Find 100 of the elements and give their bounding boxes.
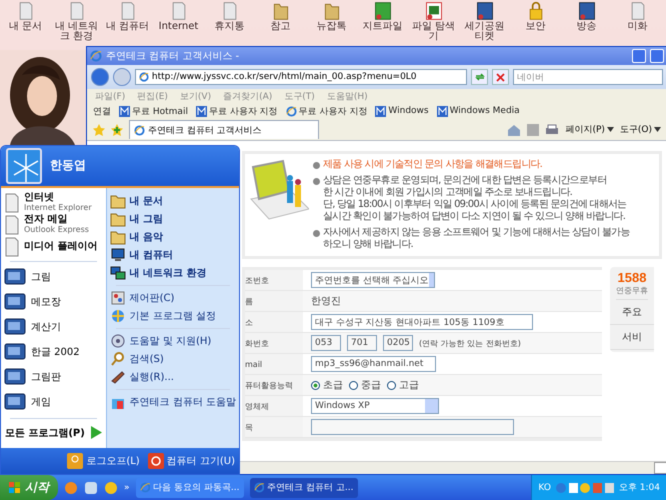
phone-field[interactable]: 053: [311, 335, 341, 351]
globe-icon: [110, 308, 126, 324]
link[interactable]: Windows: [375, 106, 429, 116]
menu-item[interactable]: 내 네트워크 환경: [110, 264, 236, 282]
input-field[interactable]: mp3_ss96@hanmail.net: [311, 356, 436, 372]
dropdown[interactable]: 주연번호를 선택해 주십시오: [311, 272, 435, 288]
phone-field[interactable]: 701: [347, 335, 377, 351]
menu-item[interactable]: 게임: [4, 390, 103, 415]
address-field[interactable]: http://www.jyssvc.co.kr/serv/html/main_00.asp?menu=0L0: [135, 69, 467, 85]
phone-field[interactable]: 0205: [383, 335, 413, 351]
run-icon: [110, 368, 126, 385]
logoff-button[interactable]: 로그오프(L): [67, 452, 140, 469]
link[interactable]: 무료 Hotmail: [119, 104, 188, 118]
icon-label: 참고: [270, 22, 290, 32]
more-button[interactable]: »: [124, 482, 130, 492]
menu-item[interactable]: 내 문서: [110, 192, 236, 210]
back-button[interactable]: [91, 68, 109, 86]
menu-item[interactable]: 내 그림: [110, 210, 236, 228]
icon-label: 방송: [576, 22, 596, 32]
folder-icon: [110, 228, 126, 245]
app-icon[interactable]: [576, 1, 596, 21]
radio-option[interactable]: 중급: [349, 378, 381, 392]
clock-text: 오후 1:04: [618, 482, 660, 494]
toolbar-button[interactable]: 페이지(P): [565, 123, 614, 136]
power-icon: [148, 452, 164, 469]
browser-icon: [286, 106, 297, 116]
window-title: 주연테크 컴퓨터 고객서비스 -: [106, 50, 240, 63]
input-field[interactable]: [311, 419, 514, 435]
radio-option[interactable]: 초급: [311, 378, 343, 392]
toolbar-button[interactable]: 도구(O): [620, 123, 661, 136]
forward-button[interactable]: [113, 68, 131, 86]
maximize-button[interactable]: [650, 49, 664, 63]
menu-item[interactable]: 전자 메일 Outlook Express: [4, 214, 103, 236]
search-field[interactable]: 네이버: [513, 69, 663, 85]
browser-icon: [90, 50, 102, 62]
page-icon: [436, 106, 448, 116]
menu-item[interactable]: 그림: [4, 264, 103, 290]
all-programs-button[interactable]: 모든 프로그램(P): [4, 422, 103, 444]
task-button[interactable]: 다음 동요의 파동곡...: [136, 478, 244, 498]
phone-number: 1588: [618, 270, 646, 285]
link[interactable]: 무료 사용자 지정: [286, 104, 368, 118]
name-text: 한영진: [311, 295, 341, 308]
start-button[interactable]: 시작: [0, 475, 58, 500]
monitor-icon: [110, 246, 126, 263]
icon-label: 세기공원 티켓: [464, 22, 506, 42]
bullet-icon: [313, 230, 320, 237]
app-icon[interactable]: [474, 1, 494, 21]
caret-icon: [654, 127, 661, 132]
page-icon: [375, 106, 386, 116]
caption-text: 연중무휴: [616, 285, 648, 300]
menu-item[interactable]: 실행(R)...: [110, 368, 236, 386]
task-button[interactable]: 주연테크 컴퓨터 고...: [250, 478, 358, 498]
menu-item[interactable]: 미디어 플레이어: [4, 236, 103, 258]
notice-text: 제품 사용 시에 기술적인 문의 사항을 해결해드립니다.: [323, 159, 542, 171]
menu-item[interactable]: 주연테크 컴퓨터 도움말: [110, 392, 236, 411]
side-link[interactable]: 서비: [610, 325, 654, 350]
icon-label: Internet: [158, 22, 198, 32]
network-icon: [110, 264, 126, 281]
app-icon[interactable]: [372, 1, 392, 21]
hint-text: (연락 가능한 있는 전화번호): [419, 338, 521, 348]
menu-item[interactable]: 그림판: [4, 364, 103, 390]
app-icon[interactable]: [424, 1, 444, 21]
arrows-icon: [474, 72, 484, 82]
refresh-button[interactable]: [471, 69, 488, 85]
link[interactable]: 무료 사용자 지정: [196, 104, 278, 118]
menu-item[interactable]: 메모장: [4, 290, 103, 315]
links-label: 연결: [93, 106, 111, 118]
menu-item[interactable]: 계산기: [4, 314, 103, 340]
home-icon[interactable]: [507, 124, 522, 136]
menu-item[interactable]: 기본 프로그램 설정: [110, 306, 236, 325]
document-icon: [4, 192, 20, 213]
folder-icon: [110, 210, 126, 227]
icon-label: 뉴잡톡: [316, 22, 346, 32]
menu-item[interactable]: 내 음악: [110, 228, 236, 246]
shutdown-button[interactable]: 컴퓨터 끄기(U): [148, 452, 235, 469]
key-icon: [67, 452, 84, 469]
search-icon: [110, 350, 126, 367]
notice-text: 단, 당일 18:00시 이후부터 익일 09:00시 사이에 등록된 문의건에 대해서는: [323, 199, 626, 211]
input-field[interactable]: 대구 수성구 지산동 현대아파트 105동 1109호: [311, 314, 533, 330]
menu-item[interactable]: 내 컴퓨터: [110, 246, 236, 264]
stop-button[interactable]: [492, 69, 509, 85]
menu-item[interactable]: 한글 2002: [4, 340, 103, 365]
link[interactable]: Windows Media: [436, 106, 520, 116]
side-link[interactable]: 주요: [610, 300, 654, 325]
menu-item[interactable]: 제어판(C): [110, 288, 236, 307]
menu-item[interactable]: 인터넷 Internet Explorer: [4, 192, 103, 214]
menu-item[interactable]: 도움말 및 지원(H): [110, 332, 236, 350]
field-label: mail: [245, 354, 303, 374]
dropdown[interactable]: Windows XP: [311, 398, 439, 414]
print-icon[interactable]: [545, 124, 560, 136]
minimize-button[interactable]: [632, 49, 646, 63]
tray-icons-drawing: [554, 482, 615, 494]
browser-tab[interactable]: 주연테크 컴퓨터 고객서비스: [129, 120, 319, 139]
menu-item[interactable]: 검색(S): [110, 350, 236, 368]
radio-option[interactable]: 고급: [387, 378, 419, 392]
icon-label: 미화: [628, 22, 648, 32]
snowflake-icon: [6, 148, 42, 184]
add-star-icon[interactable]: [111, 124, 123, 136]
star-icon[interactable]: [93, 124, 105, 136]
icon-label: 내 네트워크 환경: [54, 22, 100, 42]
